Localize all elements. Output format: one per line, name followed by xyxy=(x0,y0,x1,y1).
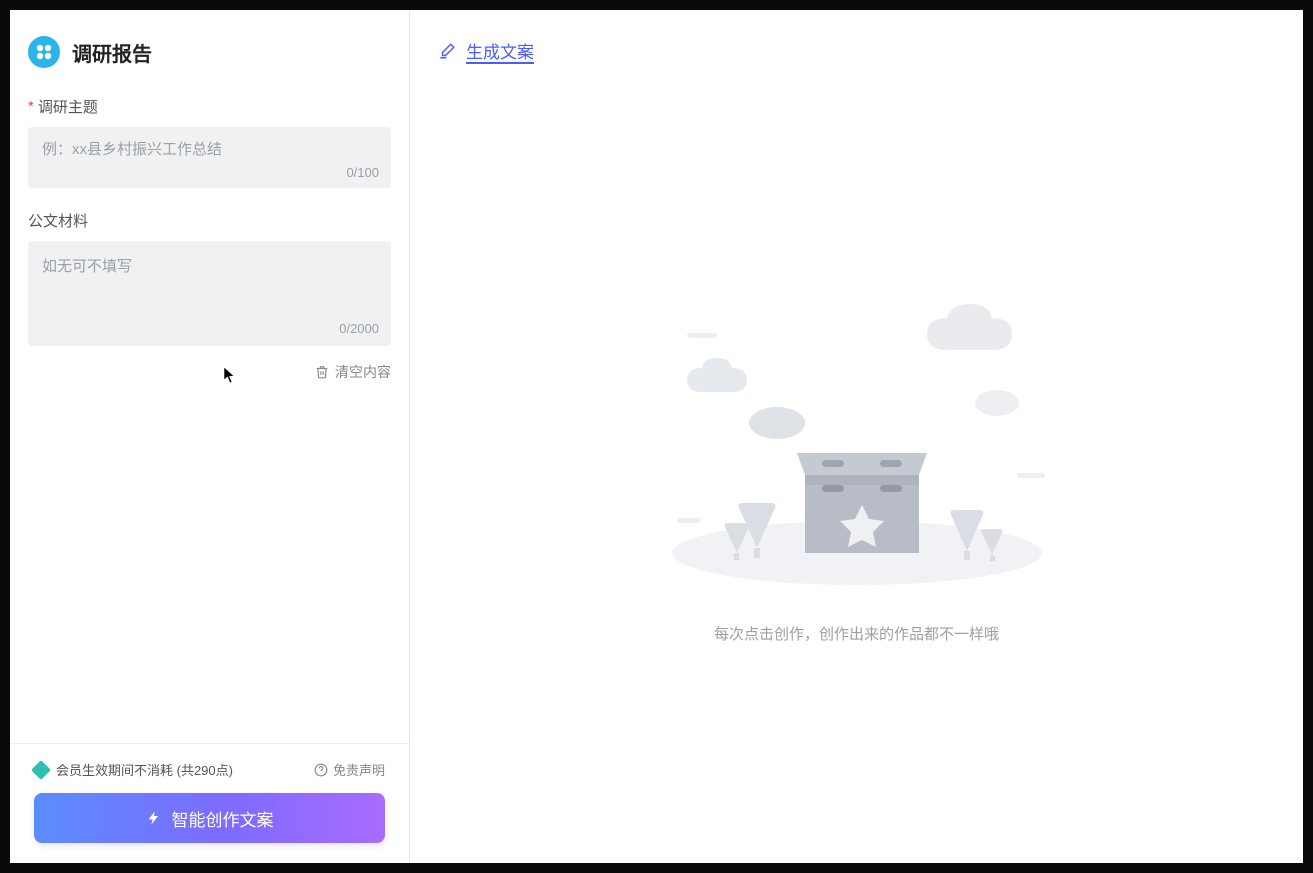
app-logo-icon xyxy=(28,36,60,68)
material-label-text: 公文材料 xyxy=(28,210,88,231)
topic-counter: 0/100 xyxy=(346,165,379,180)
footer-info: 会员生效期间不消耗 (共290点) 免责声明 xyxy=(34,760,385,779)
topic-label-text: 调研主题 xyxy=(38,96,98,117)
clear-label: 清空内容 xyxy=(335,362,391,382)
right-body: 每次点击创作，创作出来的作品都不一样哦 xyxy=(410,73,1303,863)
panel-title: 调研报告 xyxy=(72,38,152,67)
panel-footer: 会员生效期间不消耗 (共290点) 免责声明 xyxy=(10,743,409,863)
empty-state-text: 每次点击创作，创作出来的作品都不一样哦 xyxy=(714,623,999,644)
panel-header: 调研报告 xyxy=(10,10,409,78)
material-textarea[interactable] xyxy=(28,241,391,341)
panel-body: * 调研主题 0/100 公文材料 0/2000 xyxy=(10,78,409,743)
right-panel: 生成文案 xyxy=(410,10,1303,863)
bolt-icon xyxy=(146,809,162,827)
material-label: 公文材料 xyxy=(28,210,391,231)
clear-button[interactable]: 清空内容 xyxy=(28,362,391,382)
disclaimer-text: 免责声明 xyxy=(333,760,385,779)
right-title[interactable]: 生成文案 xyxy=(466,38,534,63)
question-icon xyxy=(314,763,328,777)
generate-button-label: 智能创作文案 xyxy=(172,806,274,831)
pen-icon xyxy=(438,42,456,60)
left-panel: 调研报告 * 调研主题 0/100 公文材料 0/2000 xyxy=(10,10,410,863)
diamond-icon xyxy=(31,760,51,780)
app-frame: 调研报告 * 调研主题 0/100 公文材料 0/2000 xyxy=(10,10,1303,863)
right-header: 生成文案 xyxy=(410,10,1303,73)
generate-button[interactable]: 智能创作文案 xyxy=(34,793,385,843)
trash-icon xyxy=(315,365,329,379)
topic-input-wrap: 0/100 xyxy=(28,127,391,188)
material-input-wrap: 0/2000 xyxy=(28,241,391,346)
disclaimer-link[interactable]: 免责声明 xyxy=(314,760,385,779)
topic-label: * 调研主题 xyxy=(28,96,391,117)
points-info: 会员生效期间不消耗 (共290点) xyxy=(34,760,233,779)
material-counter: 0/2000 xyxy=(339,321,379,336)
topic-input[interactable] xyxy=(28,127,391,188)
required-star: * xyxy=(28,98,34,115)
empty-illustration xyxy=(647,273,1067,593)
points-text: 会员生效期间不消耗 (共290点) xyxy=(56,760,233,779)
